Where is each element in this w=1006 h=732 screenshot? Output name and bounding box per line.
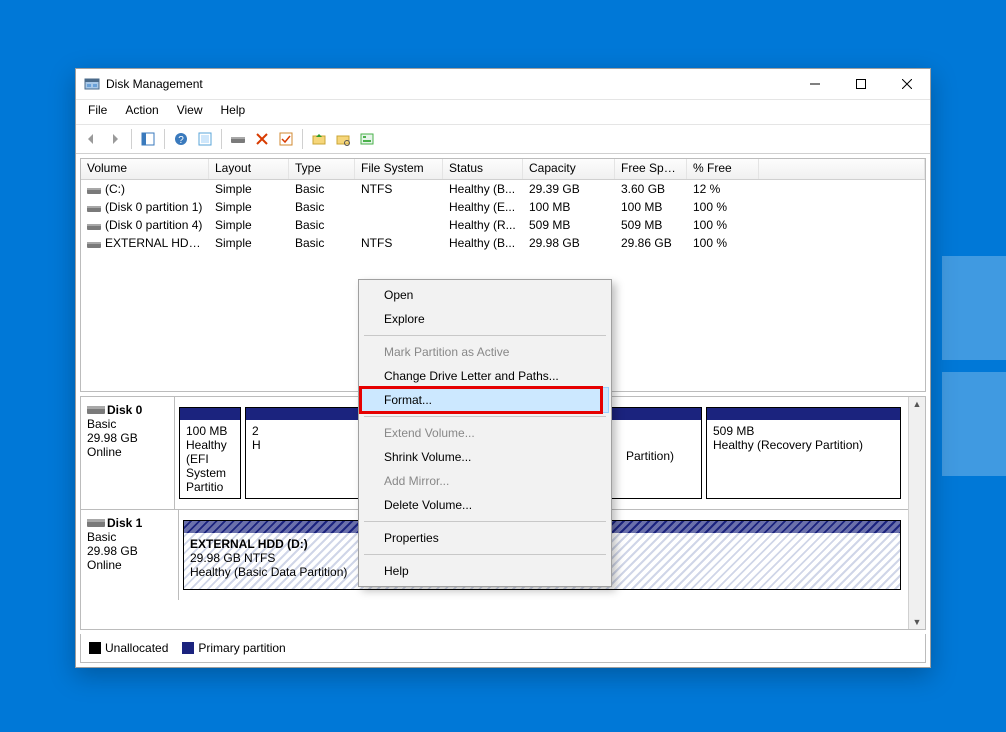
legend: Unallocated Primary partition xyxy=(80,634,926,663)
svg-text:?: ? xyxy=(178,135,184,146)
context-item[interactable]: Properties xyxy=(362,526,608,550)
context-item[interactable]: Shrink Volume... xyxy=(362,445,608,469)
context-item: Mark Partition as Active xyxy=(362,340,608,364)
maximize-button[interactable] xyxy=(838,69,884,99)
volume-row[interactable]: (Disk 0 partition 4)SimpleBasicHealthy (… xyxy=(81,216,925,234)
toolbar: ? xyxy=(76,125,930,154)
col-type[interactable]: Type xyxy=(289,159,355,179)
menu-file[interactable]: File xyxy=(80,102,115,122)
volume-list-header: Volume Layout Type File System Status Ca… xyxy=(81,159,925,180)
col-capacity[interactable]: Capacity xyxy=(523,159,615,179)
properties-icon[interactable] xyxy=(356,128,378,150)
partition-label-fragment: Partition) xyxy=(626,449,674,463)
context-item[interactable]: Format... xyxy=(362,388,608,412)
menu-action[interactable]: Action xyxy=(117,102,166,122)
context-item[interactable]: Explore xyxy=(362,307,608,331)
forward-button[interactable] xyxy=(104,128,126,150)
context-menu: OpenExplore Mark Partition as ActiveChang… xyxy=(358,279,612,587)
minimize-button[interactable] xyxy=(792,69,838,99)
context-item[interactable]: Help xyxy=(362,559,608,583)
menubar: File Action View Help xyxy=(76,100,930,125)
legend-primary: Primary partition xyxy=(182,641,285,655)
titlebar: Disk Management xyxy=(76,69,930,100)
refresh-button[interactable] xyxy=(194,128,216,150)
scroll-up-icon[interactable]: ▲ xyxy=(913,397,922,411)
volume-row[interactable]: (C:)SimpleBasicNTFSHealthy (B...29.39 GB… xyxy=(81,180,925,198)
window-title: Disk Management xyxy=(106,77,203,91)
disk-info[interactable]: Disk 0Basic29.98 GBOnline xyxy=(81,397,175,509)
col-pctfree[interactable]: % Free xyxy=(687,159,759,179)
col-layout[interactable]: Layout xyxy=(209,159,289,179)
col-free[interactable]: Free Spa... xyxy=(615,159,687,179)
check-icon[interactable] xyxy=(275,128,297,150)
scroll-down-icon[interactable]: ▼ xyxy=(913,615,922,629)
folder-up-icon[interactable] xyxy=(308,128,330,150)
disk-info[interactable]: Disk 1Basic29.98 GBOnline xyxy=(81,510,179,600)
col-filesystem[interactable]: File System xyxy=(355,159,443,179)
col-rest xyxy=(759,159,925,179)
context-item[interactable]: Delete Volume... xyxy=(362,493,608,517)
help-button[interactable]: ? xyxy=(170,128,192,150)
back-button[interactable] xyxy=(80,128,102,150)
context-item: Add Mirror... xyxy=(362,469,608,493)
scrollbar[interactable]: ▲ ▼ xyxy=(908,397,925,629)
settings-icon[interactable] xyxy=(227,128,249,150)
partition[interactable]: 100 MBHealthy (EFI System Partitio xyxy=(179,407,241,499)
col-status[interactable]: Status xyxy=(443,159,523,179)
menu-help[interactable]: Help xyxy=(213,102,254,122)
col-volume[interactable]: Volume xyxy=(81,159,209,179)
folder-search-icon[interactable] xyxy=(332,128,354,150)
context-item[interactable]: Open xyxy=(362,283,608,307)
context-item[interactable]: Change Drive Letter and Paths... xyxy=(362,364,608,388)
close-button[interactable] xyxy=(884,69,930,99)
partition[interactable]: 509 MBHealthy (Recovery Partition) xyxy=(706,407,901,499)
context-item: Extend Volume... xyxy=(362,421,608,445)
show-hide-tree-button[interactable] xyxy=(137,128,159,150)
volume-row[interactable]: EXTERNAL HDD (D:)SimpleBasicNTFSHealthy … xyxy=(81,234,925,252)
volume-row[interactable]: (Disk 0 partition 1)SimpleBasicHealthy (… xyxy=(81,198,925,216)
delete-icon[interactable] xyxy=(251,128,273,150)
legend-unallocated: Unallocated xyxy=(89,641,168,655)
app-icon xyxy=(84,76,100,92)
menu-view[interactable]: View xyxy=(169,102,211,122)
